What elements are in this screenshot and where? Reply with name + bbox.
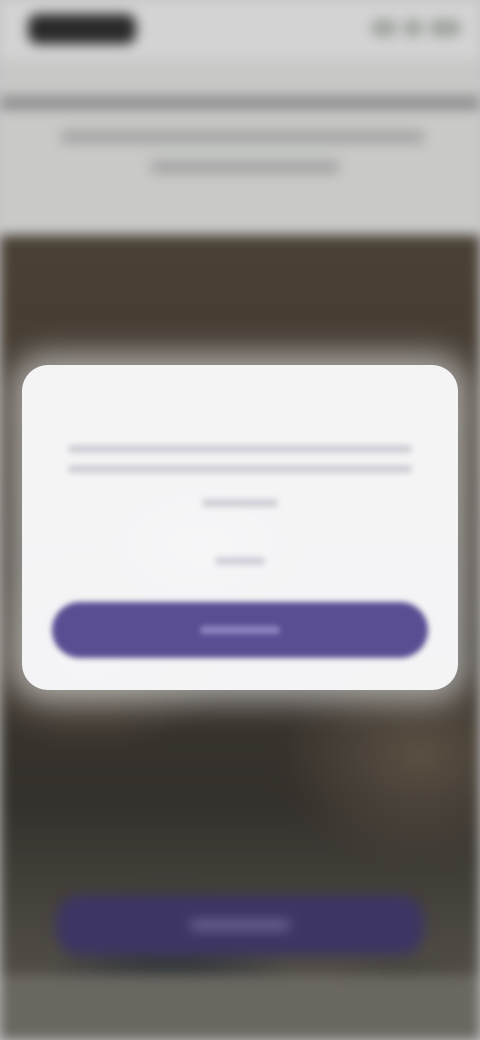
- wifi-icon: [404, 20, 422, 36]
- dialog-body-line: [68, 445, 412, 453]
- banner-text-line: [150, 160, 340, 174]
- dialog-primary-label: [200, 626, 280, 634]
- status-icons: [360, 20, 460, 40]
- page-footer: [0, 975, 480, 1040]
- dialog-body-line: [68, 465, 412, 473]
- signal-icon: [372, 20, 396, 36]
- status-bar: [0, 0, 480, 60]
- status-time: [28, 14, 136, 44]
- dialog-primary-button[interactable]: [52, 602, 428, 658]
- permission-dialog: [22, 365, 458, 690]
- app-header: [0, 60, 480, 100]
- header-divider: [0, 96, 480, 110]
- app-screen: [0, 0, 480, 1040]
- background-cta-text-line: [190, 920, 290, 930]
- battery-icon: [430, 20, 460, 36]
- banner-text-line: [60, 130, 425, 144]
- dialog-secondary-button[interactable]: [215, 557, 265, 565]
- dialog-body-line: [202, 499, 278, 507]
